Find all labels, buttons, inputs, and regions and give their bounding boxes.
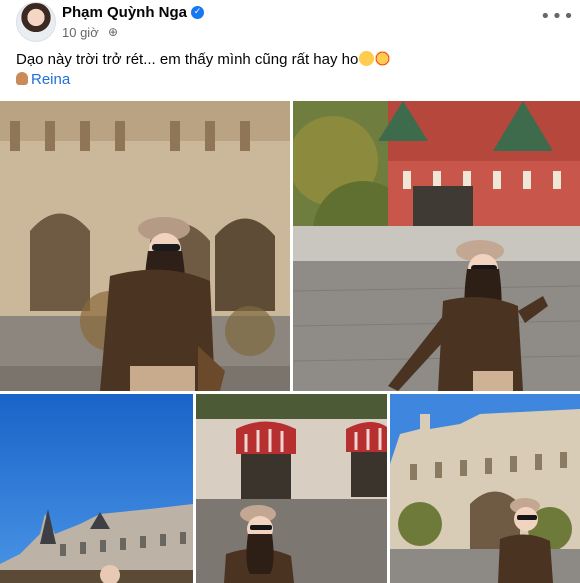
winking-face-emoji-icon — [359, 51, 375, 66]
smiling-face-with-hearts-emoji-icon — [375, 51, 391, 66]
author-name[interactable]: Phạm Quỳnh Nga — [62, 4, 187, 21]
more-options-button[interactable]: ••• — [540, 8, 575, 26]
post-photo-5[interactable] — [390, 394, 580, 583]
person-tag-icon — [16, 72, 28, 85]
post-photo-3[interactable] — [0, 394, 193, 583]
post-timestamp[interactable]: 10 giờ — [62, 25, 99, 40]
facebook-post: Phạm Quỳnh Nga ✓ 10 giờ ⊕ ••• Dạo này tr… — [0, 0, 580, 583]
post-photo-4[interactable] — [196, 394, 387, 583]
author-avatar[interactable] — [16, 2, 56, 42]
post-photo-1[interactable] — [0, 101, 290, 391]
verified-badge-icon: ✓ — [191, 6, 204, 19]
tagged-person-link[interactable]: Reina — [16, 71, 70, 88]
globe-icon: ⊕ — [108, 25, 119, 39]
post-photo-2[interactable] — [293, 101, 580, 391]
post-caption: Dạo này trời trở rét... em thấy mình cũn… — [16, 51, 391, 68]
caption-text: Dạo này trời trở rét... em thấy mình cũn… — [16, 51, 359, 68]
tagged-person-name: Reina — [31, 71, 71, 88]
